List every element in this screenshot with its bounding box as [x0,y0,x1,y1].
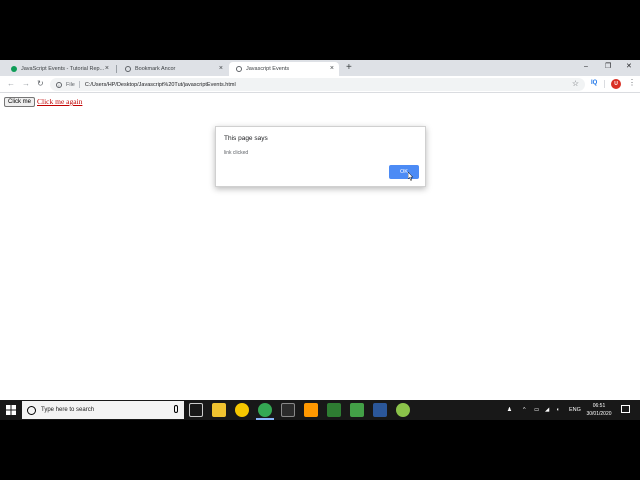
star-icon[interactable]: ☆ [572,79,579,89]
new-tab-button[interactable]: + [346,63,352,73]
tab-javascript-events[interactable]: Javascript Events × [229,62,339,76]
tab-divider [116,65,117,73]
browser-toolbar: ← → ↻ i File C:/Users/HP/Desktop/Javascr… [0,76,640,93]
back-button[interactable]: ← [7,79,15,89]
address-bar[interactable]: i File C:/Users/HP/Desktop/Javascript%20… [50,78,585,91]
tab-tutorial-republic[interactable]: JavaScript Events - Tutorial Rep... × [4,62,114,76]
dialog-title: This page says [224,135,268,142]
tab-title: JavaScript Events - Tutorial Rep... [21,66,105,72]
url-text[interactable]: C:/Users/HP/Desktop/Javascript%20Tut/jav… [85,82,236,88]
minimize-button[interactable]: – [584,62,588,72]
people-icon[interactable]: ♟ [507,406,512,414]
chevron-up-icon[interactable]: ^ [523,406,526,414]
address-divider [78,81,80,88]
chrome-icon[interactable] [256,403,274,420]
close-icon[interactable]: × [330,65,334,73]
word-icon[interactable] [373,403,387,417]
taskbar-clock[interactable]: 06:51 30/01/2020 [584,402,614,418]
globe-icon [125,66,131,72]
globe-icon [236,66,242,72]
toolbar-divider [604,80,605,88]
tab-title: Javascript Events [246,66,290,72]
reload-button[interactable]: ↻ [37,79,44,89]
sublime-text-icon[interactable] [304,403,318,417]
norton-icon[interactable] [235,403,249,417]
terminal-icon[interactable] [281,403,295,417]
file-explorer-icon[interactable] [212,403,226,417]
clock-date: 30/01/2020 [586,411,612,417]
close-icon[interactable]: × [105,65,109,73]
network-icon[interactable]: ▭ [534,406,539,414]
microphone-icon[interactable] [174,405,178,413]
action-center-icon[interactable] [621,405,630,413]
tab-title: Bookmark Ancor [135,66,176,72]
search-placeholder: Type here to search [41,407,95,413]
forward-button[interactable]: → [22,79,30,89]
info-icon[interactable]: i [56,81,62,88]
avatar[interactable]: U [611,79,621,89]
camtasia-icon[interactable] [327,403,341,417]
camtasia-recorder-icon[interactable] [350,403,364,417]
alert-dialog: This page says link clicked OK [215,126,426,187]
clock-time: 06:51 [592,403,606,409]
task-view-icon[interactable] [189,403,203,417]
ok-button[interactable]: OK [389,165,419,179]
desktop-screen: JavaScript Events - Tutorial Rep... × Bo… [0,60,640,420]
windows-taskbar: Type here to search ♟ ^ ▭ ◢ ◖ ENG 06:51 … [0,400,640,420]
close-icon[interactable]: × [219,65,223,73]
page-content: Click me Click me again This page says l… [0,94,640,400]
language-indicator[interactable]: ENG [569,406,581,414]
volume-icon[interactable]: ◖ [556,406,559,414]
windows-start-icon[interactable] [6,405,16,415]
tutorial-republic-favicon-icon [11,66,17,72]
cortana-icon [27,405,36,415]
wifi-icon[interactable]: ◢ [545,406,549,414]
kebab-menu-icon[interactable]: ⋮ [628,78,636,88]
click-me-again-link[interactable]: Click me again [37,97,82,107]
dialog-message: link clicked [224,150,249,156]
taskbar-search-box[interactable]: Type here to search [22,401,184,419]
maximize-button[interactable]: ❐ [605,62,611,72]
tab-strip: JavaScript Events - Tutorial Rep... × Bo… [0,60,640,76]
tab-bookmark-ancor[interactable]: Bookmark Ancor × [118,62,228,76]
scheme-label: File [66,81,75,88]
ccleaner-icon[interactable] [396,403,410,417]
extension-iq-icon[interactable]: IQ [591,80,597,86]
close-window-button[interactable]: ✕ [626,62,632,72]
click-me-button[interactable]: Click me [4,97,36,107]
mouse-cursor-icon [408,172,414,181]
